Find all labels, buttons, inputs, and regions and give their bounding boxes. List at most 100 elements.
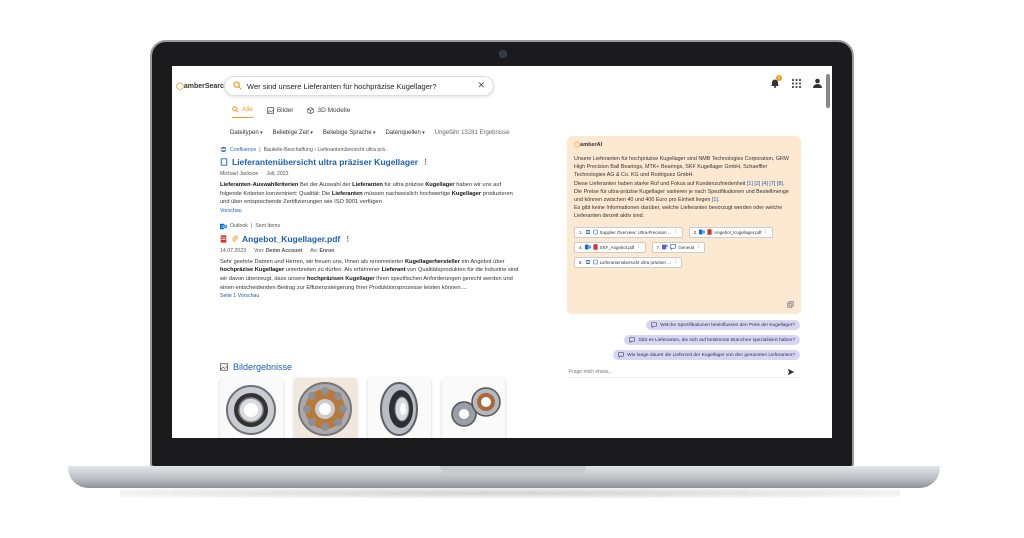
source-path: Sent Items <box>255 223 281 230</box>
tab-all[interactable]: Alle <box>232 106 253 118</box>
source-chip[interactable]: 1. Supplier Overview: Ultra-Precision ..… <box>574 226 683 238</box>
cube-icon <box>307 106 315 114</box>
result-title[interactable]: Angebot_Kugellager.pdf <box>242 234 340 244</box>
image-results-header: Bildergebnisse <box>220 362 292 372</box>
source-number: 1. <box>579 229 583 235</box>
result-date: 14.07.2023 <box>220 247 246 254</box>
citation-links[interactable]: [1] [2] [4] [7] [8]. <box>747 181 784 187</box>
bearing-image-1[interactable] <box>220 378 283 438</box>
search-icon <box>232 106 239 113</box>
filter-language[interactable]: Beliebige Sprache <box>323 130 376 136</box>
source-chip[interactable]: 7. General ⋮ <box>651 241 706 253</box>
source-number: 4. <box>579 244 583 250</box>
suggested-question[interactable]: Welche Spezifikationen beeinflussen den … <box>646 320 800 330</box>
to-label: An: <box>310 247 319 254</box>
source-chip[interactable]: 4. SKF_Angebot.pdf ⋮ <box>574 241 646 253</box>
outlook-icon: O <box>220 223 227 230</box>
image-thumbnails <box>220 378 505 438</box>
more-options-icon[interactable]: ⋮ <box>673 229 677 235</box>
image-icon <box>220 363 228 371</box>
suggested-question[interactable]: Gibt es Lieferanten, die sich auf bestim… <box>624 335 800 345</box>
apps-grid-icon[interactable] <box>792 78 801 88</box>
more-options-icon[interactable]: ⋮ <box>422 158 429 166</box>
filter-file-types[interactable]: Dateitypen <box>230 130 263 136</box>
result-snippet: Sehr geehrte Damen und Herren, wir freue… <box>220 258 519 291</box>
search-input[interactable] <box>247 81 477 92</box>
search-tabs: Alle Bilder 3D Modelle <box>232 106 350 118</box>
pdf-icon <box>220 235 227 243</box>
bearing-image-3[interactable] <box>368 378 431 438</box>
camera <box>499 50 507 58</box>
more-options-icon[interactable]: ⋮ <box>696 244 700 250</box>
chat-box <box>567 366 801 378</box>
ai-answer-text: Unsere Lieferanten für hochpräzise Kugel… <box>574 155 794 221</box>
attachment-icon <box>232 235 238 242</box>
confluence-icon <box>220 147 227 152</box>
suggested-question-text: Gibt es Lieferanten, die sich auf bestim… <box>638 337 795 343</box>
tab-3d-models[interactable]: 3D Modelle <box>307 106 350 118</box>
confluence-icon <box>585 230 591 235</box>
teams-icon <box>662 244 669 250</box>
ai-answer-paragraph: Es gibt keine Informationen darüber, wel… <box>574 205 783 220</box>
result-snippet: Lieferanten-Auswahlkriterien Bei der Aus… <box>220 182 513 206</box>
suggested-question[interactable]: Wie lange dauert die Lieferzeit der Kuge… <box>613 350 800 360</box>
outlook-icon <box>584 244 591 250</box>
to-value: Enron <box>319 247 335 254</box>
user-icon[interactable] <box>813 78 822 88</box>
filter-time[interactable]: Beliebige Zeit <box>273 130 313 136</box>
send-icon[interactable] <box>787 368 795 376</box>
result-title-link[interactable]: Angebot_Kugellager.pdf ⋮ <box>220 234 520 244</box>
preview-link[interactable]: Seite 1 Vorschau <box>220 293 520 299</box>
pdf-icon <box>593 244 598 250</box>
more-options-icon[interactable]: ⋮ <box>673 259 677 265</box>
source-label: Supplier Overview: Ultra-Precision ... <box>599 229 672 235</box>
result-source: Confluence | Bauteile-Beschaffung › Lief… <box>220 146 520 153</box>
top-bar: ◯amberSearch ✕ 1 <box>172 66 832 108</box>
citation-links[interactable]: [1]. <box>712 197 720 203</box>
top-icons: 1 <box>770 75 822 88</box>
result-date: Juli, 2023 <box>266 171 289 177</box>
document-icon <box>593 229 598 235</box>
result-author: Michael Jackson <box>220 171 259 177</box>
preview-link[interactable]: Vorschau <box>220 208 520 214</box>
tab-images[interactable]: Bilder <box>266 106 293 118</box>
ai-answer-panel: ◯amberAI Unsere Lieferanten für hochpräz… <box>567 136 801 314</box>
copy-icon[interactable] <box>787 301 794 308</box>
ai-answer-paragraph: Unsere Lieferanten für hochpräzise Kugel… <box>574 156 789 179</box>
source-name: Outlook <box>230 223 248 230</box>
outlook-icon <box>699 229 706 235</box>
more-options-icon[interactable]: ⋮ <box>636 244 640 250</box>
image-icon <box>266 106 274 114</box>
filter-sources[interactable]: Datenquellen <box>385 130 424 136</box>
bearing-image-4[interactable] <box>442 378 505 438</box>
chat-bubble-icon <box>651 322 657 328</box>
result-title-link[interactable]: Lieferantenübersicht ultra präziser Kuge… <box>220 157 520 167</box>
logo[interactable]: ◯amberSearch <box>176 82 228 90</box>
image-results-title: Bildergebnisse <box>233 362 293 372</box>
search-bar: ✕ <box>224 76 494 96</box>
source-label: General <box>678 244 695 250</box>
document-icon <box>593 259 598 265</box>
more-options-icon[interactable]: ⋮ <box>344 235 351 243</box>
source-number: 8. <box>579 259 583 265</box>
results-list: Confluence | Bauteile-Beschaffung › Lief… <box>220 146 520 299</box>
source-name: Confluence <box>230 146 257 153</box>
source-number: 2. <box>693 229 698 235</box>
ai-answer-sentence: Die Preise für ultra-präzise Kugellager … <box>574 188 789 204</box>
from-label: Von: <box>253 247 265 254</box>
clear-search-button[interactable]: ✕ <box>477 80 485 91</box>
search-icon[interactable] <box>233 81 242 90</box>
source-chip[interactable]: 2. Angebot_Kugellager.pdf ⋮ <box>688 226 773 238</box>
separator: | <box>250 223 253 230</box>
scrollbar[interactable] <box>826 74 830 108</box>
result-to: An: Enron <box>310 248 334 254</box>
confluence-icon <box>585 260 591 265</box>
source-chip[interactable]: 8. Lieferantenübersicht ultra präziser .… <box>574 256 683 268</box>
ai-answer-sentence: Diese Lieferanten haben starke Ruf und F… <box>574 180 746 187</box>
more-options-icon[interactable]: ⋮ <box>763 229 767 235</box>
bearing-image-2[interactable] <box>294 378 357 438</box>
ai-answer-paragraph: Diese Lieferanten haben starke Ruf und F… <box>574 180 794 188</box>
chat-input[interactable] <box>569 367 769 377</box>
notifications-button[interactable]: 1 <box>770 75 782 88</box>
result-title[interactable]: Lieferantenübersicht ultra präziser Kuge… <box>232 157 418 167</box>
